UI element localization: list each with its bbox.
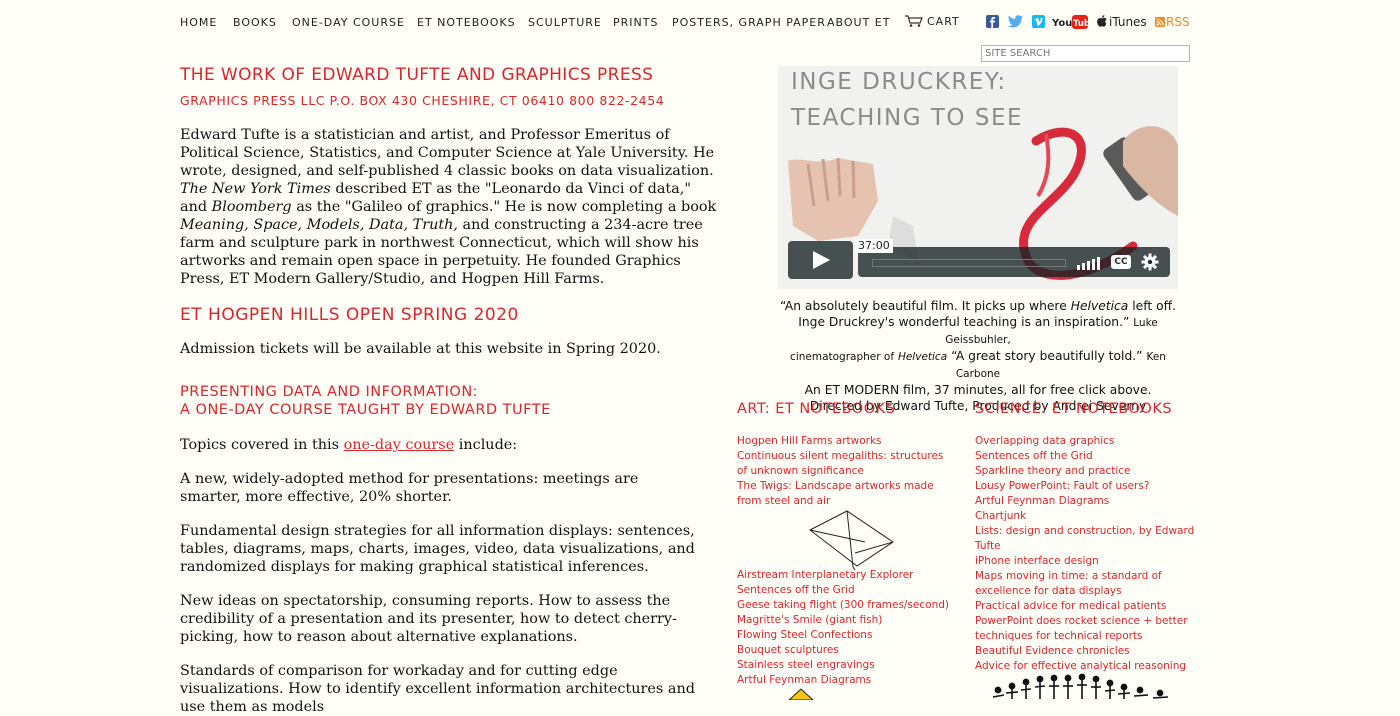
science-link[interactable]: PowerPoint does rocket science + better …	[975, 614, 1207, 644]
art-links-top: Hogpen Hill Farms artworks Continuous si…	[737, 434, 952, 509]
settings-gear-icon[interactable]	[1141, 253, 1159, 271]
video-title-line-1: INGE DRUCKREY:	[791, 69, 1007, 95]
svg-text:You: You	[1052, 18, 1072, 29]
play-button[interactable]	[788, 241, 853, 279]
art-link[interactable]: Magritte's Smile (giant fish)	[737, 613, 952, 628]
video-duration: 37:00	[855, 239, 893, 253]
cart-icon	[905, 15, 923, 27]
course-title: PRESENTING DATA AND INFORMATION: A ONE-D…	[180, 383, 551, 419]
facebook-icon[interactable]	[986, 15, 999, 29]
hogpen-text: Admission tickets will be available at t…	[180, 341, 661, 357]
science-notebooks-title: SCIENCE: ET NOTEBOOKS	[975, 401, 1173, 417]
rss-label: RSS	[1166, 15, 1190, 29]
course-point-4: Standards of comparison for workaday and…	[180, 663, 695, 715]
video-player[interactable]: INGE DRUCKREY: TEACHING TO SEE CC 37:00	[778, 66, 1178, 289]
science-link[interactable]: Chartjunk	[975, 509, 1207, 524]
itunes-link[interactable]: iTunes	[1097, 15, 1147, 29]
art-thumbnail-image[interactable]	[788, 688, 814, 700]
video-controls: CC	[858, 247, 1170, 277]
nav-home[interactable]: HOME	[180, 16, 217, 29]
cc-icon[interactable]: CC	[1111, 255, 1131, 269]
intro-nyt: The New York Times	[180, 181, 331, 197]
youtube-icon[interactable]: YouTube	[1051, 15, 1096, 29]
art-links-bottom: Airstream Interplanetary Explorer Senten…	[737, 568, 952, 688]
topics-pre: Topics covered in this	[180, 437, 340, 453]
company-address: GRAPHICS PRESS LLC P.O. BOX 430 CHESHIRE…	[180, 93, 665, 108]
art-link[interactable]: The Twigs: Landscape artworks made from …	[737, 479, 952, 509]
nav-books[interactable]: BOOKS	[233, 16, 277, 29]
nav-prints[interactable]: PRINTS	[613, 16, 658, 29]
intro-text-3: as the "Galileo of graphics." He is now …	[296, 199, 717, 215]
cart-label: CART	[927, 15, 960, 28]
nav-about-et[interactable]: ABOUT ET	[827, 16, 890, 29]
science-link[interactable]: Lousy PowerPoint: Fault of users?	[975, 479, 1207, 494]
course-title-line-2: A ONE-DAY COURSE TAUGHT BY EDWARD TUFTE	[180, 402, 551, 418]
course-point-3: New ideas on spectatorship, consuming re…	[180, 593, 677, 645]
site-search-input[interactable]	[981, 45, 1190, 62]
rss-link[interactable]: RSS	[1155, 15, 1190, 29]
intro-book-title: Meaning, Space, Models, Data, Truth,	[180, 217, 458, 233]
svg-text:Tube: Tube	[1073, 19, 1088, 29]
intro-text-1: Edward Tufte is a statistician and artis…	[180, 127, 715, 179]
quote-line-4: An ET MODERN film, 37 minutes, all for f…	[804, 383, 1152, 397]
science-link[interactable]: Lists: design and construction, by Edwar…	[975, 524, 1207, 554]
twig-sculpture-image[interactable]	[805, 508, 900, 570]
nav-cart[interactable]: CART	[905, 15, 960, 28]
art-link[interactable]: Flowing Steel Confections	[737, 628, 952, 643]
one-day-course-link[interactable]: one-day course	[344, 437, 455, 453]
art-notebooks-title: ART: ET NOTEBOOKS	[737, 401, 896, 417]
play-icon	[813, 251, 830, 269]
art-link[interactable]: Hogpen Hill Farms artworks	[737, 434, 952, 449]
video-title-line-2: TEACHING TO SEE	[791, 105, 1024, 131]
science-link[interactable]: Beautiful Evidence chronicles	[975, 644, 1207, 659]
course-point-2: Fundamental design strategies for all in…	[180, 523, 695, 575]
art-link[interactable]: Airstream Interplanetary Explorer	[737, 568, 952, 583]
course-point-1: A new, widely-adopted method for present…	[180, 471, 639, 505]
page-title: THE WORK OF EDWARD TUFTE AND GRAPHICS PR…	[180, 65, 654, 85]
science-link[interactable]: Artful Feynman Diagrams	[975, 494, 1207, 509]
course-topics: Topics covered in this one-day course in…	[180, 436, 720, 454]
apple-icon	[1097, 15, 1107, 27]
course-title-line-1: PRESENTING DATA AND INFORMATION:	[180, 384, 479, 400]
science-link[interactable]: Advice for effective analytical reasonin…	[975, 659, 1207, 674]
science-link[interactable]: Sparkline theory and practice	[975, 464, 1207, 479]
sparkline-figures-image[interactable]	[990, 673, 1170, 700]
twitter-icon[interactable]	[1008, 15, 1023, 29]
quote-line-1: “An absolutely beautiful film. It picks …	[780, 299, 1176, 313]
art-link[interactable]: Sentences off the Grid	[737, 583, 952, 598]
volume-icon[interactable]	[1076, 256, 1102, 270]
science-link[interactable]: Practical advice for medical patients	[975, 599, 1207, 614]
nav-et-notebooks[interactable]: ET NOTEBOOKS	[417, 16, 516, 29]
art-link[interactable]: Continuous silent megaliths: structures …	[737, 449, 952, 479]
quote-line-3: cinematographer of Helvetica “A great st…	[790, 349, 1166, 380]
film-quote: “An absolutely beautiful film. It picks …	[778, 298, 1178, 414]
vimeo-icon[interactable]	[1032, 15, 1045, 29]
science-links: Overlapping data graphics Sentences off …	[975, 434, 1207, 674]
science-link[interactable]: iPhone interface design	[975, 554, 1207, 569]
art-link[interactable]: Stainless steel engravings	[737, 658, 952, 673]
video-progress-bar[interactable]	[872, 259, 1066, 267]
nav-posters[interactable]: POSTERS, GRAPH PAPER	[672, 16, 826, 29]
science-link[interactable]: Sentences off the Grid	[975, 449, 1207, 464]
topics-post: include:	[458, 437, 518, 453]
science-link[interactable]: Maps moving in time: a standard of excel…	[975, 569, 1207, 599]
intro-paragraph: Edward Tufte is a statistician and artis…	[180, 126, 720, 288]
hogpen-title: ET HOGPEN HILLS OPEN SPRING 2020	[180, 305, 519, 325]
science-link[interactable]: Overlapping data graphics	[975, 434, 1207, 449]
nav-one-day-course[interactable]: ONE-DAY COURSE	[292, 16, 405, 29]
art-link[interactable]: Geese taking flight (300 frames/second)	[737, 598, 952, 613]
itunes-label: iTunes	[1109, 15, 1147, 29]
rss-icon	[1155, 17, 1165, 27]
quote-line-2: Inge Druckrey's wonderful teaching is an…	[798, 315, 1158, 346]
nav-sculpture[interactable]: SCULPTURE	[528, 16, 602, 29]
art-link[interactable]: Artful Feynman Diagrams	[737, 673, 952, 688]
art-link[interactable]: Bouquet sculptures	[737, 643, 952, 658]
intro-bloomberg: Bloomberg	[211, 199, 292, 215]
